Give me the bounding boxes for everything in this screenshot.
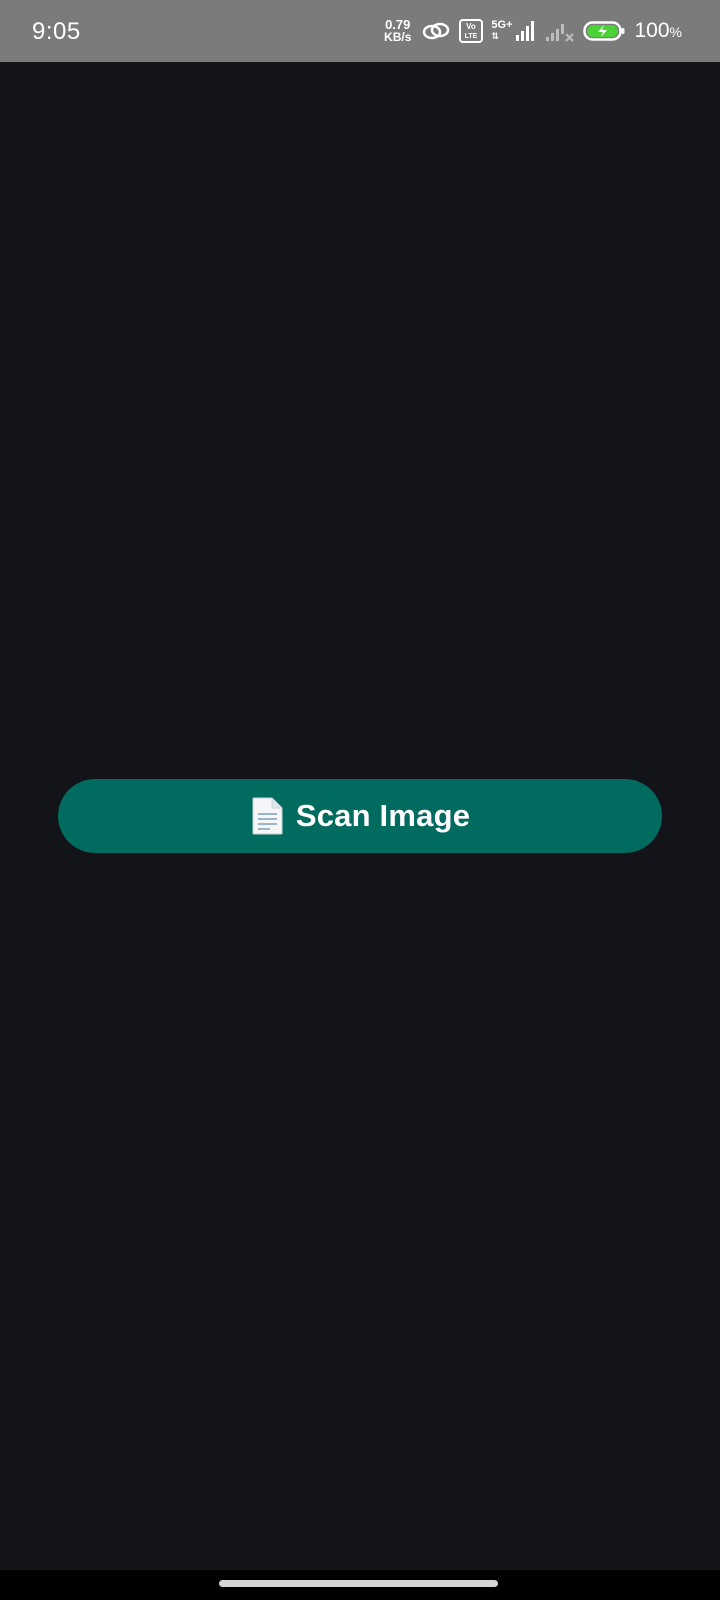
signal-no-service-icon bbox=[545, 20, 575, 42]
volte-label-top: Vo bbox=[467, 22, 477, 31]
link-icon bbox=[421, 20, 451, 42]
navigation-bar bbox=[0, 1570, 720, 1600]
volte-label-bottom: LTE bbox=[465, 33, 478, 40]
status-icons: 0.79 KB/s Vo LTE 5G+ ⇅ 100% bbox=[384, 14, 682, 48]
signal-5g-icon: 5G+ ⇅ bbox=[491, 20, 536, 42]
document-icon bbox=[252, 797, 283, 835]
scan-button-label: Scan Image bbox=[295, 798, 471, 833]
network-speed: 0.79 KB/s bbox=[384, 18, 412, 44]
network-type-label: 5G+ bbox=[491, 19, 513, 31]
status-time: 9:05 bbox=[32, 18, 81, 45]
status-bar: 9:05 0.79 KB/s Vo LTE 5G+ ⇅ 100% bbox=[0, 0, 720, 62]
network-speed-unit: KB/s bbox=[384, 30, 412, 44]
signal-bars-icon bbox=[515, 21, 534, 41]
volte-icon: Vo LTE bbox=[459, 19, 484, 43]
battery-charging-icon bbox=[582, 20, 625, 42]
home-gesture-handle[interactable] bbox=[219, 1580, 498, 1587]
scan-image-button[interactable]: Scan Image bbox=[58, 779, 662, 853]
battery-percentage: 100% bbox=[634, 19, 683, 42]
data-arrows-icon: ⇅ bbox=[491, 31, 498, 41]
app-screen: 9:05 0.79 KB/s Vo LTE 5G+ ⇅ 100% Scan Im… bbox=[0, 0, 720, 1600]
